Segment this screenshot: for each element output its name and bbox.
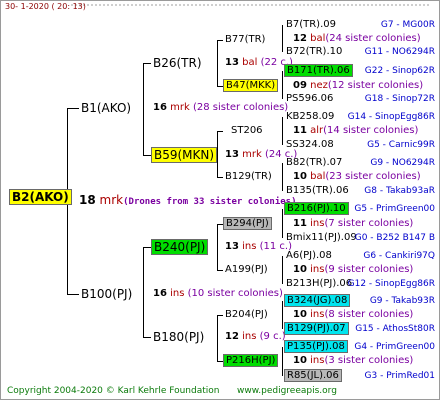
queen-b82[interactable]: B82(TR).07 xyxy=(286,157,342,169)
queen-a199[interactable]: A199(PJ) xyxy=(225,264,268,276)
info-g4-19: 10 ins(8 sister colonies) xyxy=(293,309,414,320)
ref-g9-takab: G9 - Takab93R xyxy=(369,296,435,306)
queen-b7[interactable]: B7(TR).09 xyxy=(286,19,336,31)
ref-g3: G3 - PrimRed01 xyxy=(364,371,435,381)
connector xyxy=(217,224,218,270)
info-g4-7: 11 alr(14 sister colonies) xyxy=(293,125,419,136)
connector xyxy=(143,155,151,156)
root-info: 18 mrk(Drones from 33 sister colonies) xyxy=(79,193,297,207)
footer-copyright: Copyright 2004-2020 © Karl Kehrle Founda… xyxy=(7,386,220,396)
ref-g14: G14 - SinopEgg86R xyxy=(347,112,435,122)
info-g4-16: 10 ins(9 sister colonies) xyxy=(293,264,414,275)
queen-b1[interactable]: B1(AKO) xyxy=(81,102,131,114)
connector xyxy=(143,337,151,338)
queen-b129pj[interactable]: B129(PJ).07 xyxy=(284,322,349,335)
ref-g5: G5 - Carnic99R xyxy=(367,140,435,150)
queen-b59[interactable]: B59(MKN) xyxy=(151,147,218,163)
ref-g6: G6 - Cankiri97Q xyxy=(363,251,435,261)
header-timestamp: 30- 1-2020 ( 20: 13) xyxy=(5,2,86,11)
pedigree-chart: { "header": { "text": "30- 1-2020 ( 20: … xyxy=(0,0,440,400)
ref-g12: G12 - SinopEgg86R xyxy=(347,279,435,289)
ref-g9: G9 - NO6294R xyxy=(370,158,435,168)
queen-b324[interactable]: B324(JG).08 xyxy=(284,294,351,307)
info-g4-1: 12 bal(24 sister colonies) xyxy=(293,33,421,44)
queen-b294[interactable]: B294(PJ) xyxy=(223,217,272,230)
info-g4-22: 10 ins(3 sister colonies) xyxy=(293,355,414,366)
connector xyxy=(217,177,223,178)
queen-ss324[interactable]: SS324.08 xyxy=(286,139,334,151)
queen-st206[interactable]: ST206 xyxy=(231,125,263,137)
connector xyxy=(143,247,144,337)
connector xyxy=(217,40,223,41)
connector xyxy=(143,247,151,248)
info-b240: 13 ins (11 c.) xyxy=(225,241,293,252)
queen-b216[interactable]: B216(PJ).10 xyxy=(284,202,349,215)
ref-g5-prim: G5 - PrimGreen00 xyxy=(354,204,435,214)
ref-g15: G15 - AthosSt80R xyxy=(355,324,435,334)
queen-b100[interactable]: B100(PJ) xyxy=(81,288,132,300)
queen-p216h[interactable]: P216H(PJ) xyxy=(223,354,279,367)
queen-b72[interactable]: B72(TR).10 xyxy=(286,46,342,58)
ref-g22: G22 - Sinop62R xyxy=(364,66,435,76)
queen-b135[interactable]: B135(TR).06 xyxy=(286,185,349,197)
connector xyxy=(143,63,151,64)
connector xyxy=(217,40,218,86)
queen-r85[interactable]: R85(JL).06 xyxy=(284,369,342,382)
queen-b240[interactable]: B240(PJ) xyxy=(151,239,209,255)
ref-g18: G18 - Sinop72R xyxy=(364,94,435,104)
queen-kb258[interactable]: KB258.09 xyxy=(286,111,334,123)
ref-g7: G7 - MG00R xyxy=(380,20,435,30)
queen-b47[interactable]: B47(MKK) xyxy=(223,79,279,92)
connector xyxy=(217,131,218,177)
info-g4-13: 11 ins(7 sister colonies) xyxy=(293,218,414,229)
info-b1: 16 mrk (28 sister colonies) xyxy=(153,102,289,113)
info-g4-10: 10 bal(23 sister colonies) xyxy=(293,171,421,182)
info-g4-4: 09 nez(12 sister colonies) xyxy=(293,80,424,91)
connector xyxy=(217,315,218,361)
connector xyxy=(282,301,283,329)
queen-ps596[interactable]: PS596.06 xyxy=(286,93,333,105)
footer-site-link[interactable]: www.pedigreeapis.org xyxy=(237,385,337,397)
header-dots xyxy=(71,4,431,6)
queen-b180[interactable]: B180(PJ) xyxy=(153,331,204,343)
connector xyxy=(282,25,283,52)
ref-g0: G0 - B252 B147 B xyxy=(354,233,435,243)
connector xyxy=(217,315,223,316)
connector xyxy=(217,270,223,271)
connector xyxy=(67,108,79,109)
root-queen[interactable]: B2(AKO) xyxy=(9,189,72,205)
queen-p135[interactable]: P135(PJ).08 xyxy=(284,340,348,353)
queen-bmix11[interactable]: Bmix11(PJ).09 xyxy=(286,232,357,244)
connector xyxy=(282,71,283,99)
queen-b204[interactable]: B204(PJ) xyxy=(225,309,268,321)
queen-b26[interactable]: B26(TR) xyxy=(153,57,202,69)
connector xyxy=(282,347,283,376)
connector xyxy=(282,117,283,145)
connector xyxy=(143,63,144,155)
ref-g8: G8 - Takab93aR xyxy=(364,186,435,196)
queen-b213h[interactable]: B213H(PJ).06 xyxy=(286,278,352,290)
queen-a6[interactable]: A6(PJ).08 xyxy=(286,250,332,262)
info-b47: 13 bal (22 c.) xyxy=(225,57,293,68)
ref-g4: G4 - PrimGreen00 xyxy=(354,342,435,352)
connector xyxy=(282,209,283,238)
queen-b171[interactable]: B171(TR).06 xyxy=(284,64,353,77)
connector xyxy=(282,256,283,284)
queen-b129tr[interactable]: B129(TR) xyxy=(225,171,272,183)
info-b180: 12 ins (9 c.) xyxy=(225,331,286,342)
connector xyxy=(282,163,283,191)
info-b100: 16 ins (10 sister colonies) xyxy=(153,288,283,299)
ref-g11: G11 - NO6294R xyxy=(364,47,435,57)
connector xyxy=(67,294,79,295)
queen-b77[interactable]: B77(TR) xyxy=(225,34,265,46)
connector xyxy=(217,131,223,132)
